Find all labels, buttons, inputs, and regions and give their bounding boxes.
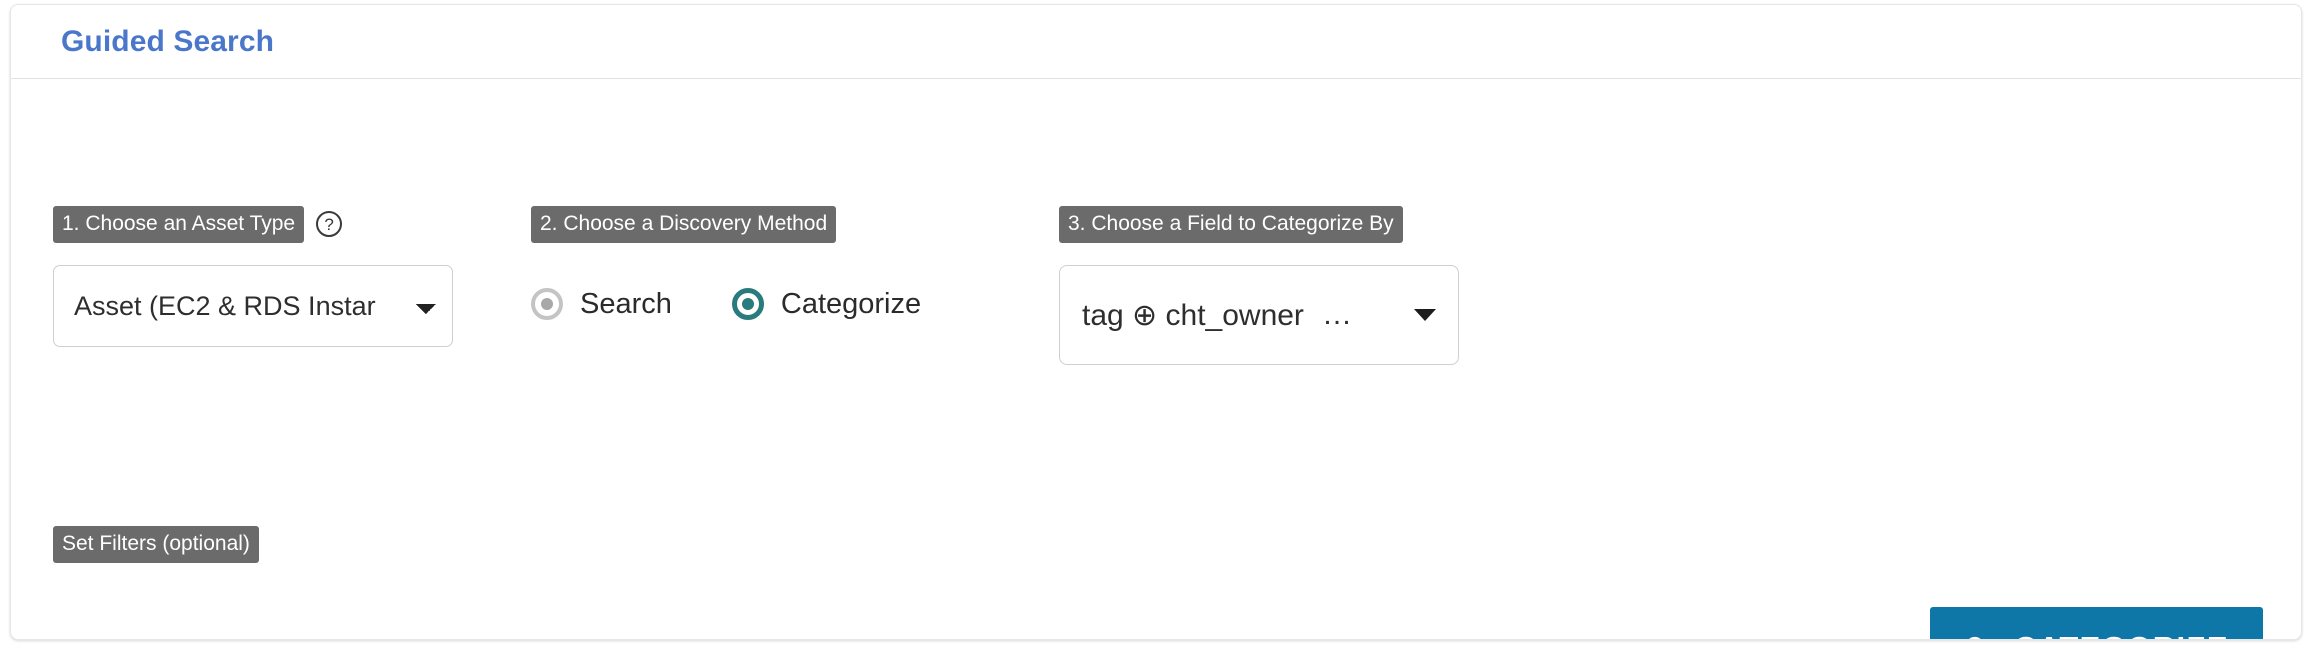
- discovery-method-label: 2. Choose a Discovery Method: [531, 205, 837, 243]
- asset-type-label-row: 1. Choose an Asset Type ?: [53, 205, 453, 243]
- categorize-field-label: 3. Choose a Field to Categorize By: [1059, 205, 1403, 243]
- set-filters-section: Set Filters (optional): [53, 526, 259, 563]
- step-asset-type: 1. Choose an Asset Type ? Asset (EC2 & R…: [53, 205, 453, 347]
- categorize-button[interactable]: CATEGORIZE: [1930, 607, 2263, 639]
- discovery-method-radio-group: Search Categorize: [531, 269, 921, 339]
- asset-type-select[interactable]: Asset (EC2 & RDS Instar: [53, 265, 453, 347]
- page-title: Guided Search: [61, 25, 275, 58]
- asset-type-label: 1. Choose an Asset Type: [53, 205, 305, 243]
- caret-down-icon[interactable]: [1414, 309, 1436, 321]
- discovery-method-label-row: 2. Choose a Discovery Method: [531, 205, 921, 243]
- card-body: 1. Choose an Asset Type ? Asset (EC2 & R…: [11, 79, 2301, 639]
- question-mark-circle-icon[interactable]: ?: [316, 211, 343, 237]
- radio-unselected-icon[interactable]: [531, 288, 563, 320]
- radio-option-search[interactable]: Search: [531, 288, 672, 321]
- categorize-field-label-row: 3. Choose a Field to Categorize By: [1059, 205, 1459, 243]
- radio-label-categorize: Categorize: [780, 287, 922, 320]
- radio-option-categorize[interactable]: Categorize: [731, 287, 922, 321]
- card-header: Guided Search: [11, 5, 2301, 79]
- step-discovery-method: 2. Choose a Discovery Method Search Cate…: [531, 205, 921, 339]
- step-categorize-field: 3. Choose a Field to Categorize By tag ⊕…: [1059, 205, 1459, 365]
- set-filters-label: Set Filters (optional): [53, 526, 259, 563]
- search-icon: [1969, 636, 1981, 639]
- guided-search-card: Guided Search 1. Choose an Asset Type ? …: [10, 4, 2302, 640]
- radio-selected-icon[interactable]: [731, 288, 764, 320]
- categorize-field-overflow: …: [1321, 298, 1352, 331]
- categorize-field-value: tag ⊕ cht_owner: [1082, 298, 1304, 332]
- radio-label-search: Search: [580, 287, 672, 320]
- categorize-button-label: CATEGORIZE: [2014, 630, 2229, 639]
- categorize-field-dropdown[interactable]: tag ⊕ cht_owner …: [1059, 265, 1459, 365]
